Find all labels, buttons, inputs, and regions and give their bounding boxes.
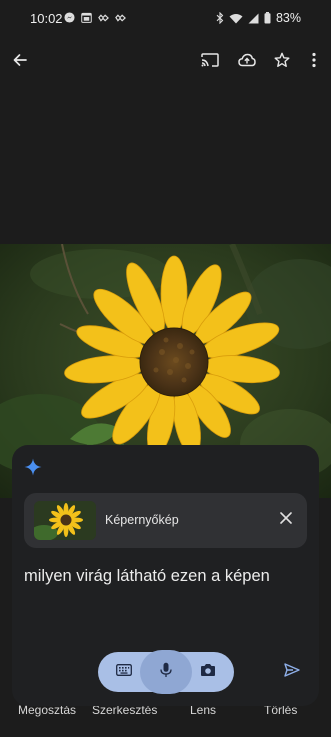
screenshot-attachment-chip[interactable]: Képernyőkép bbox=[24, 493, 307, 548]
more-vert-icon bbox=[312, 52, 316, 73]
attachment-label: Képernyőkép bbox=[105, 513, 179, 527]
notification-icons bbox=[64, 12, 126, 23]
send-button[interactable] bbox=[282, 662, 302, 682]
status-time: 10:02 bbox=[30, 11, 63, 26]
status-bar: 10:02 83% bbox=[0, 0, 331, 38]
mic-button[interactable] bbox=[154, 660, 178, 684]
camera-icon bbox=[200, 663, 216, 682]
gemini-sparkle-icon bbox=[24, 458, 42, 476]
input-mode-pill bbox=[98, 650, 234, 694]
backup-button[interactable] bbox=[235, 50, 259, 74]
more-options-button[interactable] bbox=[302, 50, 326, 74]
battery-icon bbox=[264, 12, 271, 24]
messenger-icon bbox=[64, 12, 75, 23]
keyboard-button[interactable] bbox=[112, 660, 136, 684]
heart-rate-icon bbox=[98, 12, 109, 23]
send-icon bbox=[284, 662, 300, 682]
camera-button[interactable] bbox=[196, 660, 220, 684]
keyboard-icon bbox=[116, 663, 132, 681]
wifi-icon bbox=[229, 13, 243, 24]
heart-rate-icon bbox=[115, 12, 126, 23]
star-icon bbox=[274, 52, 290, 73]
back-arrow-icon bbox=[12, 52, 28, 73]
mic-icon bbox=[160, 662, 172, 683]
photo-toolbar bbox=[0, 44, 331, 80]
prompt-input[interactable]: milyen virág látható ezen a képen bbox=[24, 567, 314, 586]
cloud-upload-icon bbox=[238, 53, 256, 72]
bluetooth-icon bbox=[216, 12, 224, 24]
battery-percent: 83% bbox=[275, 11, 301, 25]
system-icons: 83% bbox=[216, 11, 301, 25]
signal-icon bbox=[248, 13, 259, 24]
back-button[interactable] bbox=[8, 50, 32, 74]
gemini-overlay: Képernyőkép milyen virág látható ezen a … bbox=[12, 445, 319, 706]
screenshot-thumbnail bbox=[34, 501, 96, 540]
remove-attachment-button[interactable] bbox=[277, 511, 295, 529]
close-icon bbox=[280, 511, 292, 529]
cast-icon bbox=[201, 52, 219, 72]
calendar-icon bbox=[81, 12, 92, 23]
favorite-button[interactable] bbox=[270, 50, 294, 74]
cast-button[interactable] bbox=[198, 50, 222, 74]
